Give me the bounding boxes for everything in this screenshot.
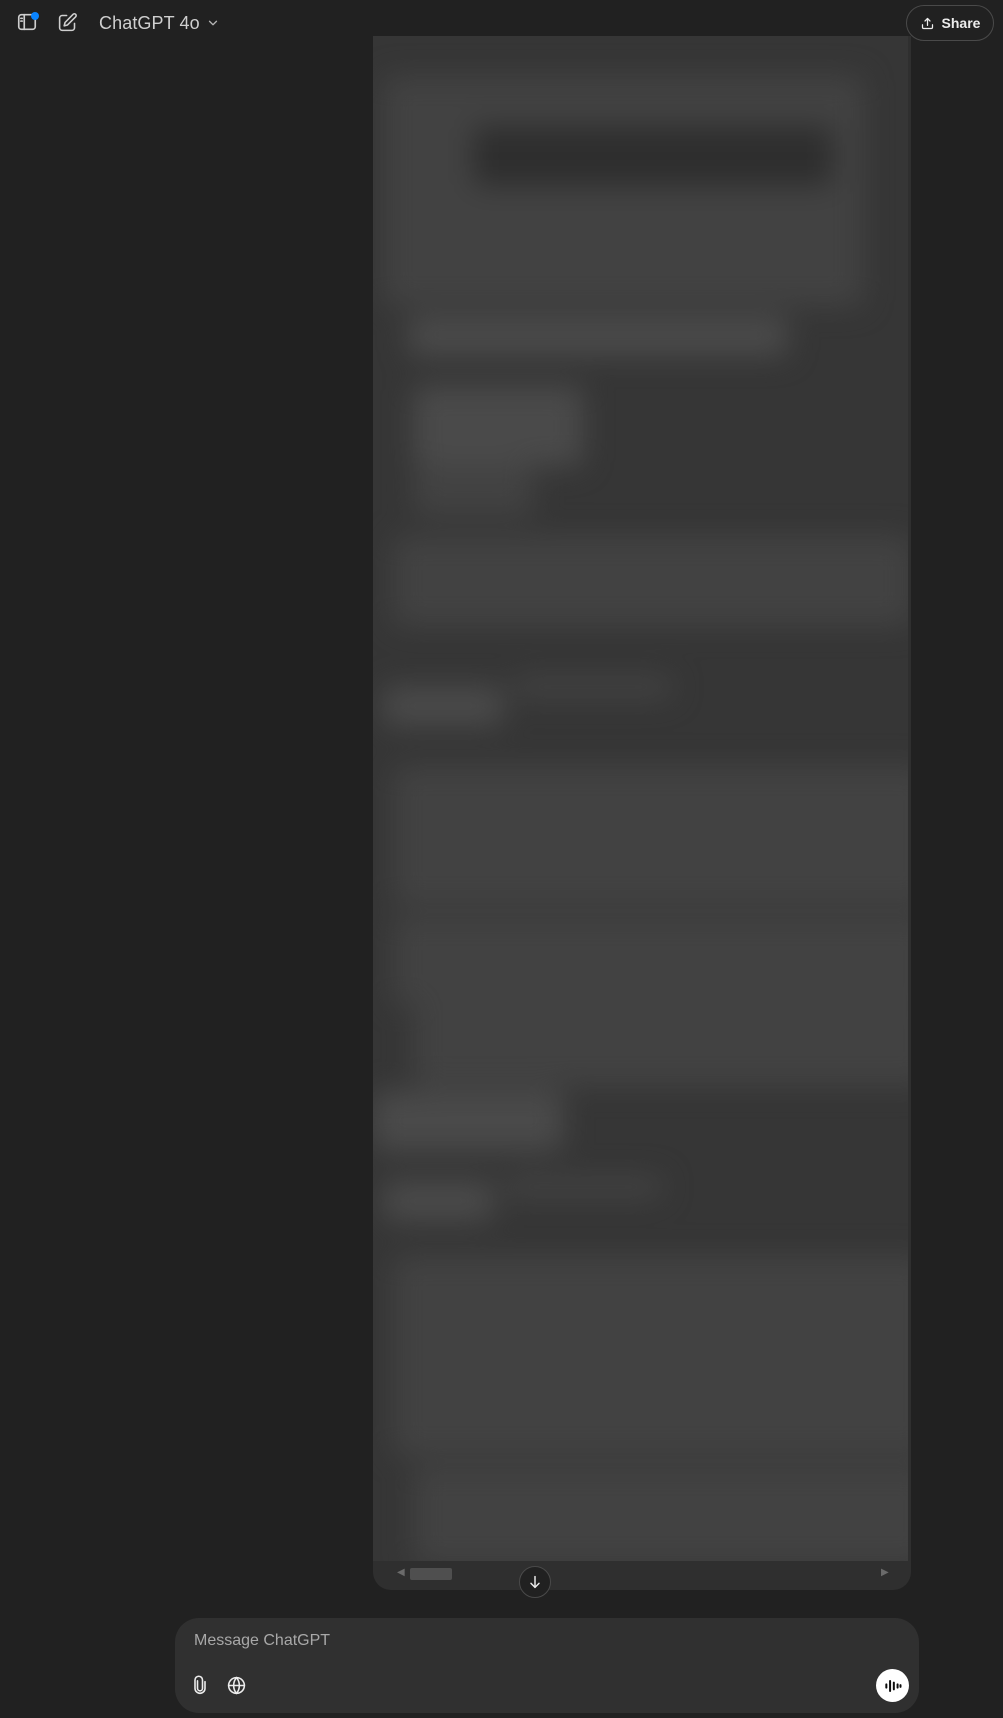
web-search-button[interactable] — [222, 1671, 250, 1699]
model-name: ChatGPT 4o — [99, 12, 200, 33]
scroll-to-bottom-button[interactable] — [519, 1566, 551, 1598]
voice-mode-icon — [884, 1679, 901, 1692]
horizontal-scrollbar[interactable]: ◀ ▶ — [373, 1561, 911, 1587]
share-label: Share — [941, 15, 981, 31]
scroll-left-icon[interactable]: ◀ — [397, 1567, 405, 1578]
notification-dot — [31, 12, 39, 20]
blur-layer — [373, 36, 908, 1561]
share-button[interactable]: Share — [906, 5, 994, 41]
share-icon — [921, 17, 933, 29]
message-composer — [175, 1618, 919, 1713]
message-input[interactable] — [192, 1628, 892, 1654]
new-chat-icon — [58, 12, 77, 31]
sidebar-toggle-button[interactable] — [14, 9, 40, 35]
new-chat-button[interactable] — [54, 9, 80, 35]
arrow-down-icon — [530, 1575, 540, 1589]
voice-mode-button[interactable] — [876, 1669, 909, 1702]
model-switcher[interactable]: ChatGPT 4o — [99, 9, 220, 37]
blurred-message-content — [373, 36, 908, 1561]
scroll-right-icon[interactable]: ▶ — [881, 1567, 889, 1578]
conversation-panel: ◀ ▶ — [373, 36, 911, 1590]
scrollbar-thumb[interactable] — [410, 1568, 452, 1580]
chevron-down-icon — [208, 20, 217, 26]
paperclip-icon — [194, 1675, 206, 1695]
globe-icon — [227, 1676, 245, 1694]
attach-button[interactable] — [186, 1671, 214, 1699]
